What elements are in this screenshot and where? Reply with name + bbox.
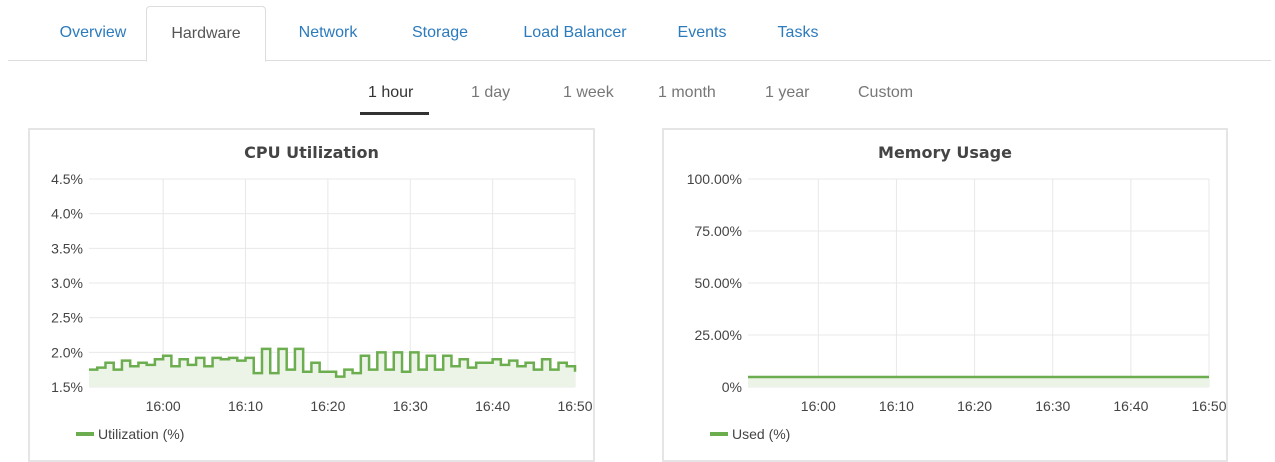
- time-range-1-day[interactable]: 1 day: [471, 84, 510, 102]
- time-range-1-week[interactable]: 1 week: [563, 84, 614, 102]
- x-tick-label: 16:30: [1035, 398, 1070, 414]
- tab-network[interactable]: Network: [278, 6, 378, 61]
- y-tick-label: 2.5%: [51, 310, 83, 326]
- time-range-1-month[interactable]: 1 month: [658, 84, 716, 102]
- memory-usage-panel: Memory Usage 0% 25.00% 50.00% 75.00% 100.00% 1…: [662, 128, 1228, 462]
- memory-usage-chart: Memory Usage 0% 25.00% 50.00% 75.00% 100.00% 1…: [687, 143, 1226, 442]
- y-tick-label: 75.00%: [695, 223, 742, 239]
- legend-label[interactable]: Used (%): [732, 426, 790, 442]
- y-tick-label: 3.0%: [51, 275, 83, 291]
- y-tick-label: 3.5%: [51, 240, 83, 256]
- x-tick-label: 16:50: [557, 398, 592, 414]
- chart-title: CPU Utilization: [244, 143, 379, 162]
- series-area: [748, 377, 1209, 387]
- y-tick-label: 4.5%: [51, 171, 83, 187]
- y-tick-label: 4.0%: [51, 206, 83, 222]
- x-tick-label: 16:40: [1113, 398, 1148, 414]
- active-range-underline: [360, 112, 429, 115]
- x-tick-label: 16:00: [146, 398, 181, 414]
- y-tick-label: 0%: [722, 379, 742, 395]
- time-range-1-hour[interactable]: 1 hour: [368, 84, 413, 102]
- x-tick-label: 16:50: [1191, 398, 1226, 414]
- y-tick-label: 50.00%: [695, 275, 742, 291]
- tab-hardware[interactable]: Hardware: [146, 6, 266, 62]
- y-tick-label: 25.00%: [695, 327, 742, 343]
- x-tick-label: 16:20: [957, 398, 992, 414]
- y-tick-label: 1.5%: [51, 379, 83, 395]
- legend-label[interactable]: Utilization (%): [98, 426, 184, 442]
- y-tick-label: 100.00%: [687, 171, 742, 187]
- tab-tasks[interactable]: Tasks: [758, 6, 838, 61]
- tab-storage[interactable]: Storage: [390, 6, 490, 61]
- y-tick-label: 2.0%: [51, 344, 83, 360]
- tab-bar: Overview Hardware Network Storage Load Balan…: [8, 0, 1271, 62]
- x-tick-label: 16:00: [801, 398, 836, 414]
- time-range-custom[interactable]: Custom: [858, 84, 913, 102]
- tab-events[interactable]: Events: [656, 6, 748, 61]
- cpu-utilization-chart: CPU Utilization 1.5% 2.0% 2.5% 3.0% 3.5% 4.0% 4…: [51, 143, 593, 442]
- x-tick-label: 16:10: [879, 398, 914, 414]
- tab-overview[interactable]: Overview: [48, 6, 138, 61]
- time-range-1-year[interactable]: 1 year: [765, 84, 809, 102]
- tab-load-balancer[interactable]: Load Balancer: [500, 6, 650, 61]
- time-range-selector: 1 hour 1 day 1 week 1 month 1 year Custom: [0, 84, 1275, 116]
- cpu-utilization-panel: CPU Utilization 1.5% 2.0% 2.5% 3.0% 3.5% 4.0% 4…: [28, 128, 595, 462]
- x-tick-label: 16:10: [228, 398, 263, 414]
- x-tick-label: 16:30: [393, 398, 428, 414]
- x-tick-label: 16:40: [475, 398, 510, 414]
- chart-title: Memory Usage: [878, 143, 1012, 162]
- x-tick-label: 16:20: [310, 398, 345, 414]
